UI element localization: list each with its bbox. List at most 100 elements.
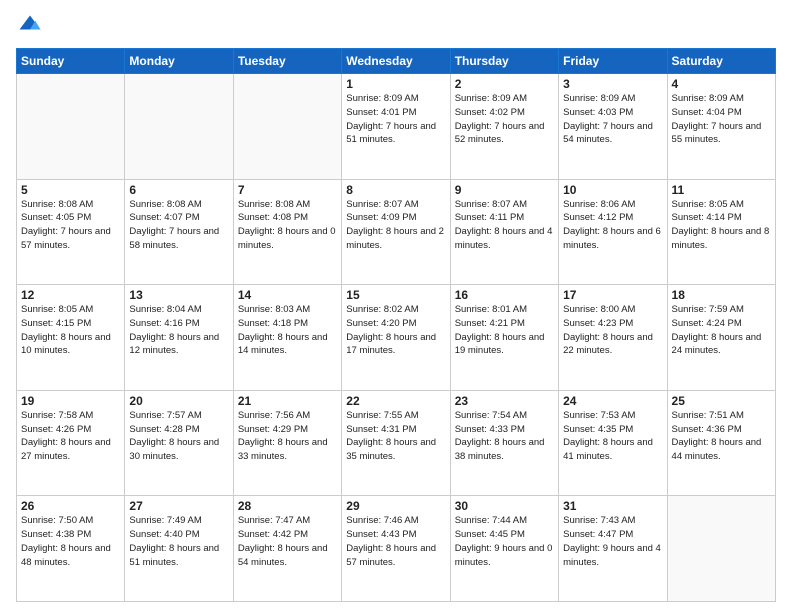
day-info: Sunrise: 8:09 AM Sunset: 4:03 PM Dayligh…: [563, 92, 662, 147]
calendar-cell: 2Sunrise: 8:09 AM Sunset: 4:02 PM Daylig…: [450, 74, 558, 180]
day-number: 29: [346, 499, 445, 513]
day-number: 26: [21, 499, 120, 513]
day-info: Sunrise: 8:09 AM Sunset: 4:02 PM Dayligh…: [455, 92, 554, 147]
calendar-week-2: 5Sunrise: 8:08 AM Sunset: 4:05 PM Daylig…: [17, 179, 776, 285]
calendar-cell: 27Sunrise: 7:49 AM Sunset: 4:40 PM Dayli…: [125, 496, 233, 602]
calendar-cell: 6Sunrise: 8:08 AM Sunset: 4:07 PM Daylig…: [125, 179, 233, 285]
calendar-cell: 8Sunrise: 8:07 AM Sunset: 4:09 PM Daylig…: [342, 179, 450, 285]
calendar-cell: 28Sunrise: 7:47 AM Sunset: 4:42 PM Dayli…: [233, 496, 341, 602]
calendar-cell: 21Sunrise: 7:56 AM Sunset: 4:29 PM Dayli…: [233, 390, 341, 496]
day-number: 20: [129, 394, 228, 408]
day-info: Sunrise: 8:03 AM Sunset: 4:18 PM Dayligh…: [238, 303, 337, 358]
day-number: 3: [563, 77, 662, 91]
day-info: Sunrise: 7:43 AM Sunset: 4:47 PM Dayligh…: [563, 514, 662, 569]
day-number: 24: [563, 394, 662, 408]
day-info: Sunrise: 8:08 AM Sunset: 4:08 PM Dayligh…: [238, 198, 337, 253]
day-info: Sunrise: 8:08 AM Sunset: 4:05 PM Dayligh…: [21, 198, 120, 253]
calendar-cell: [17, 74, 125, 180]
day-number: 6: [129, 183, 228, 197]
day-number: 25: [672, 394, 771, 408]
logo-icon: [16, 12, 44, 40]
day-header-wednesday: Wednesday: [342, 49, 450, 74]
day-info: Sunrise: 7:54 AM Sunset: 4:33 PM Dayligh…: [455, 409, 554, 464]
day-info: Sunrise: 8:00 AM Sunset: 4:23 PM Dayligh…: [563, 303, 662, 358]
header: [16, 12, 776, 40]
day-info: Sunrise: 7:57 AM Sunset: 4:28 PM Dayligh…: [129, 409, 228, 464]
calendar-cell: 12Sunrise: 8:05 AM Sunset: 4:15 PM Dayli…: [17, 285, 125, 391]
calendar-cell: 13Sunrise: 8:04 AM Sunset: 4:16 PM Dayli…: [125, 285, 233, 391]
calendar-cell: 22Sunrise: 7:55 AM Sunset: 4:31 PM Dayli…: [342, 390, 450, 496]
calendar-cell: [125, 74, 233, 180]
calendar-cell: 24Sunrise: 7:53 AM Sunset: 4:35 PM Dayli…: [559, 390, 667, 496]
calendar-week-5: 26Sunrise: 7:50 AM Sunset: 4:38 PM Dayli…: [17, 496, 776, 602]
day-info: Sunrise: 7:50 AM Sunset: 4:38 PM Dayligh…: [21, 514, 120, 569]
day-info: Sunrise: 8:06 AM Sunset: 4:12 PM Dayligh…: [563, 198, 662, 253]
day-header-monday: Monday: [125, 49, 233, 74]
day-header-thursday: Thursday: [450, 49, 558, 74]
day-number: 14: [238, 288, 337, 302]
day-number: 7: [238, 183, 337, 197]
calendar-cell: 31Sunrise: 7:43 AM Sunset: 4:47 PM Dayli…: [559, 496, 667, 602]
day-info: Sunrise: 8:07 AM Sunset: 4:09 PM Dayligh…: [346, 198, 445, 253]
day-number: 31: [563, 499, 662, 513]
day-info: Sunrise: 8:02 AM Sunset: 4:20 PM Dayligh…: [346, 303, 445, 358]
calendar-week-3: 12Sunrise: 8:05 AM Sunset: 4:15 PM Dayli…: [17, 285, 776, 391]
calendar-table: SundayMondayTuesdayWednesdayThursdayFrid…: [16, 48, 776, 602]
day-info: Sunrise: 7:58 AM Sunset: 4:26 PM Dayligh…: [21, 409, 120, 464]
day-number: 17: [563, 288, 662, 302]
day-info: Sunrise: 8:05 AM Sunset: 4:15 PM Dayligh…: [21, 303, 120, 358]
logo: [16, 12, 48, 40]
day-info: Sunrise: 7:55 AM Sunset: 4:31 PM Dayligh…: [346, 409, 445, 464]
day-info: Sunrise: 7:56 AM Sunset: 4:29 PM Dayligh…: [238, 409, 337, 464]
calendar-cell: 5Sunrise: 8:08 AM Sunset: 4:05 PM Daylig…: [17, 179, 125, 285]
calendar-cell: 11Sunrise: 8:05 AM Sunset: 4:14 PM Dayli…: [667, 179, 775, 285]
day-number: 30: [455, 499, 554, 513]
day-info: Sunrise: 7:51 AM Sunset: 4:36 PM Dayligh…: [672, 409, 771, 464]
day-number: 19: [21, 394, 120, 408]
day-number: 8: [346, 183, 445, 197]
day-number: 23: [455, 394, 554, 408]
calendar-cell: 9Sunrise: 8:07 AM Sunset: 4:11 PM Daylig…: [450, 179, 558, 285]
calendar-cell: [667, 496, 775, 602]
day-number: 13: [129, 288, 228, 302]
day-info: Sunrise: 7:53 AM Sunset: 4:35 PM Dayligh…: [563, 409, 662, 464]
day-header-saturday: Saturday: [667, 49, 775, 74]
page: SundayMondayTuesdayWednesdayThursdayFrid…: [0, 0, 792, 612]
calendar-cell: 17Sunrise: 8:00 AM Sunset: 4:23 PM Dayli…: [559, 285, 667, 391]
day-number: 27: [129, 499, 228, 513]
day-number: 18: [672, 288, 771, 302]
day-number: 4: [672, 77, 771, 91]
calendar-cell: 19Sunrise: 7:58 AM Sunset: 4:26 PM Dayli…: [17, 390, 125, 496]
calendar-cell: 10Sunrise: 8:06 AM Sunset: 4:12 PM Dayli…: [559, 179, 667, 285]
day-number: 12: [21, 288, 120, 302]
calendar-week-1: 1Sunrise: 8:09 AM Sunset: 4:01 PM Daylig…: [17, 74, 776, 180]
day-number: 11: [672, 183, 771, 197]
calendar-cell: 20Sunrise: 7:57 AM Sunset: 4:28 PM Dayli…: [125, 390, 233, 496]
day-info: Sunrise: 8:07 AM Sunset: 4:11 PM Dayligh…: [455, 198, 554, 253]
day-info: Sunrise: 8:09 AM Sunset: 4:04 PM Dayligh…: [672, 92, 771, 147]
day-header-tuesday: Tuesday: [233, 49, 341, 74]
calendar-cell: 29Sunrise: 7:46 AM Sunset: 4:43 PM Dayli…: [342, 496, 450, 602]
day-info: Sunrise: 8:08 AM Sunset: 4:07 PM Dayligh…: [129, 198, 228, 253]
day-number: 28: [238, 499, 337, 513]
day-number: 5: [21, 183, 120, 197]
calendar-cell: 15Sunrise: 8:02 AM Sunset: 4:20 PM Dayli…: [342, 285, 450, 391]
day-number: 22: [346, 394, 445, 408]
calendar-cell: 7Sunrise: 8:08 AM Sunset: 4:08 PM Daylig…: [233, 179, 341, 285]
calendar-cell: 14Sunrise: 8:03 AM Sunset: 4:18 PM Dayli…: [233, 285, 341, 391]
calendar-cell: 26Sunrise: 7:50 AM Sunset: 4:38 PM Dayli…: [17, 496, 125, 602]
calendar-cell: 3Sunrise: 8:09 AM Sunset: 4:03 PM Daylig…: [559, 74, 667, 180]
calendar-cell: 23Sunrise: 7:54 AM Sunset: 4:33 PM Dayli…: [450, 390, 558, 496]
day-number: 16: [455, 288, 554, 302]
day-info: Sunrise: 8:09 AM Sunset: 4:01 PM Dayligh…: [346, 92, 445, 147]
calendar-cell: 25Sunrise: 7:51 AM Sunset: 4:36 PM Dayli…: [667, 390, 775, 496]
day-info: Sunrise: 7:46 AM Sunset: 4:43 PM Dayligh…: [346, 514, 445, 569]
day-header-sunday: Sunday: [17, 49, 125, 74]
day-info: Sunrise: 8:01 AM Sunset: 4:21 PM Dayligh…: [455, 303, 554, 358]
day-info: Sunrise: 7:49 AM Sunset: 4:40 PM Dayligh…: [129, 514, 228, 569]
day-number: 10: [563, 183, 662, 197]
calendar-week-4: 19Sunrise: 7:58 AM Sunset: 4:26 PM Dayli…: [17, 390, 776, 496]
day-number: 2: [455, 77, 554, 91]
day-number: 1: [346, 77, 445, 91]
day-header-friday: Friday: [559, 49, 667, 74]
